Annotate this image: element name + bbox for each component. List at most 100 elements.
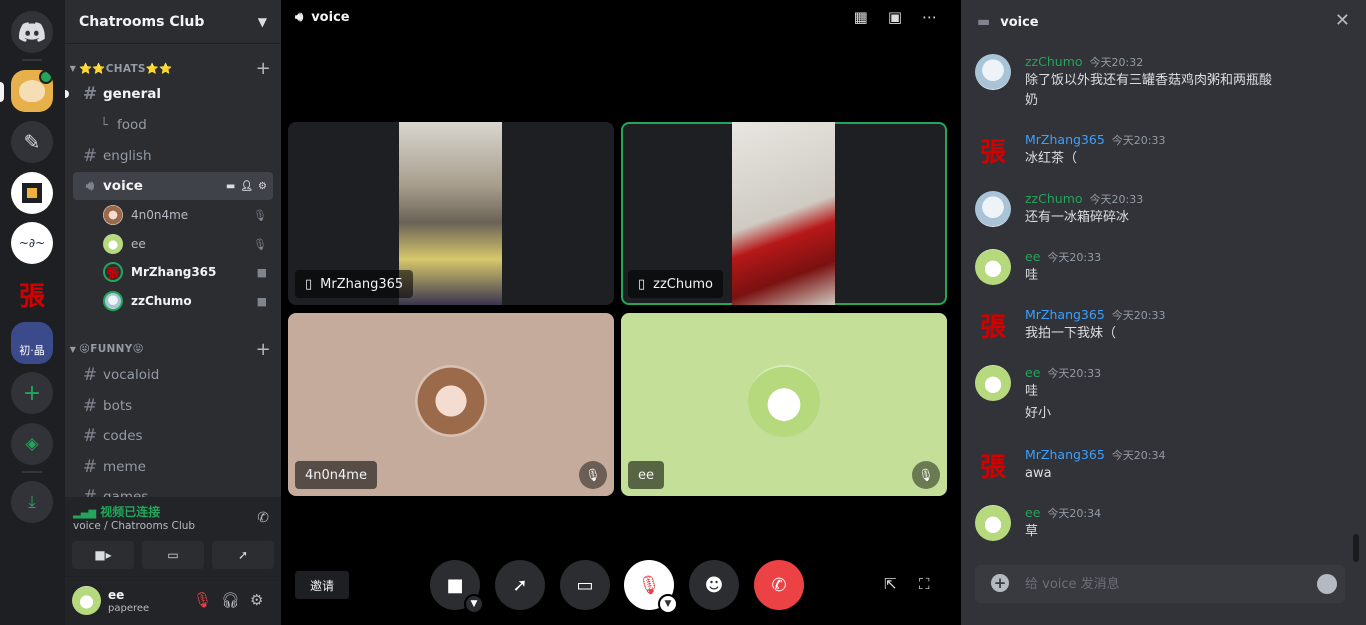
message-author[interactable]: ee [1025,505,1040,520]
category-chats[interactable]: ▼ ⭐⭐CHATS⭐⭐ + [67,58,277,79]
discord-home-button[interactable] [11,11,53,53]
activity-button[interactable]: ➚ [212,541,274,569]
screen-share-button[interactable]: ▭ [560,560,610,610]
voice-user-zzchumo[interactable]: zzChumo ■ [103,288,273,314]
invite-button[interactable]: 邀请 [295,571,349,599]
server-pencil[interactable]: ✎ [11,121,53,163]
server-square[interactable] [11,172,53,214]
message-time: 今天20:33 [1111,134,1166,147]
disconnect-icon[interactable]: ✆ [257,510,269,526]
user-tag: paperee [108,603,150,614]
emoji-picker-icon[interactable] [1317,574,1337,594]
grid-layout-icon[interactable]: ▦ [854,8,868,26]
create-channel-icon[interactable]: + [256,58,271,79]
channel-codes[interactable]: # codes [73,422,273,450]
avatar-tile-ee[interactable]: ee 🎙︎ [621,313,947,496]
screen-share-button[interactable]: ▭ [142,541,204,569]
add-attachment-icon[interactable]: + [991,574,1009,592]
server-doge[interactable] [11,70,53,112]
hash-icon: # [82,426,98,446]
channel-bots[interactable]: # bots [73,392,273,420]
message-time: 今天20:33 [1089,193,1144,206]
message-author[interactable]: ee [1025,365,1040,380]
message-author[interactable]: zzChumo [1025,54,1083,69]
video-tile-zzchumo[interactable]: ▯ zzChumo [621,122,947,305]
thread-food[interactable]: └ food [73,111,273,139]
close-icon[interactable]: ✕ [1335,10,1350,31]
more-options-icon[interactable]: ⋯ [922,8,937,26]
avatar[interactable]: 張 [975,132,1011,168]
square-logo-icon [22,183,42,203]
channel-games[interactable]: # games [73,484,273,497]
headphones-icon[interactable]: 🎧︎ [221,591,240,609]
participant-name: 4n0n4me [305,467,367,483]
avatar[interactable] [975,249,1011,285]
category-label: 😝FUNNY😝 [79,343,144,355]
add-server-button[interactable]: + [11,372,53,414]
channel-meme[interactable]: # meme [73,453,273,481]
message-author[interactable]: MrZhang365 [1025,132,1105,147]
voice-user-ee[interactable]: ee 🎙︎ [103,231,273,257]
pop-out-icon[interactable]: ⇱ [884,575,897,593]
activity-button[interactable]: ➚ [495,560,545,610]
connection-location[interactable]: voice / Chatrooms Club [73,520,195,532]
rocket-icon: ➚ [512,574,528,596]
message-text: 草 [1025,524,1039,539]
download-apps-button[interactable]: ⤓ [11,481,53,523]
message-author[interactable]: MrZhang365 [1025,447,1105,462]
inbox-icon[interactable]: ▣ [888,8,902,26]
invite-user-icon[interactable]: 👤︎ [240,181,253,192]
message-text: 冰红茶（ [1025,151,1078,166]
channel-english[interactable]: # english [73,142,273,170]
avatar[interactable]: 張 [975,307,1011,343]
server-team[interactable]: 初·晶 [11,322,53,364]
stage-toolbar: ▦ ▣ ⋯ [854,8,937,26]
video-camera-icon: ■▸ [94,548,112,562]
message-author[interactable]: ee [1025,249,1040,264]
avatar[interactable]: 張 [975,447,1011,483]
camera-button[interactable]: ■▸ [72,541,134,569]
message-meta: ee 今天20:33 [1025,249,1101,265]
chat-scrollbar[interactable] [1353,534,1359,562]
message-text: awa [1025,466,1052,481]
muted-microphone-icon[interactable]: 🎙︎ [193,591,212,609]
soundboard-button[interactable]: ☻ [689,560,739,610]
gear-icon[interactable]: ⚙ [250,591,263,609]
channel-voice[interactable]: 🔊︎ voice ▬ 👤︎ ⚙ [73,172,273,200]
voice-user-mrzhang365[interactable]: 張 MrZhang365 ■ [103,259,273,285]
voice-user-4n0n4me[interactable]: 4n0n4me 🎙︎ [103,202,273,228]
avatar-tile-4n0n4me[interactable]: 4n0n4me 🎙︎ [288,313,614,496]
category-funny[interactable]: ▼ 😝FUNNY😝 + [67,339,277,360]
chevron-down-icon: ▼ [69,344,77,354]
connection-status: ▂▄▆ 视频已连接 [73,503,160,520]
microphone-toggle-button[interactable]: 🎙︎ ▼ [624,560,678,614]
message-input[interactable] [1025,574,1275,594]
server-signature[interactable]: ~∂~ [11,222,53,264]
avatar[interactable] [975,505,1011,541]
avatar[interactable] [975,191,1011,227]
video-tile-mrzhang365[interactable]: ▯ MrZhang365 [288,122,614,305]
discord-window: ✎ ~∂~ 張 初·晶 + ◈ ⤓ Chatrooms Club ▼ ▼ ⭐⭐C… [0,0,1366,625]
camera-toggle-button[interactable]: ■ ▼ [430,560,484,614]
chat-bubble-icon[interactable]: ▬ [226,181,235,192]
server-header[interactable]: Chatrooms Club ▼ [65,0,281,44]
username[interactable]: ee [108,588,124,602]
message-time: 今天20:33 [1047,367,1102,380]
fullscreen-icon[interactable]: ⛶ [919,575,930,593]
create-channel-icon[interactable]: + [256,339,271,360]
gear-icon[interactable]: ⚙ [258,181,267,192]
explore-servers-button[interactable]: ◈ [11,423,53,465]
avatar[interactable] [72,586,101,615]
chevron-down-icon[interactable]: ▼ [658,594,678,614]
server-zhang[interactable]: 張 [11,273,53,315]
chevron-down-icon[interactable]: ▼ [464,594,484,614]
disconnect-call-button[interactable]: ✆ [754,560,804,610]
message-author[interactable]: MrZhang365 [1025,307,1105,322]
thread-branch-icon: └ [100,117,108,133]
avatar[interactable] [975,365,1011,401]
channel-general[interactable]: # general [65,80,273,108]
avatar[interactable] [975,54,1011,90]
participant-nametag: 4n0n4me [295,461,377,489]
channel-vocaloid[interactable]: # vocaloid [73,361,273,389]
message-author[interactable]: zzChumo [1025,191,1083,206]
